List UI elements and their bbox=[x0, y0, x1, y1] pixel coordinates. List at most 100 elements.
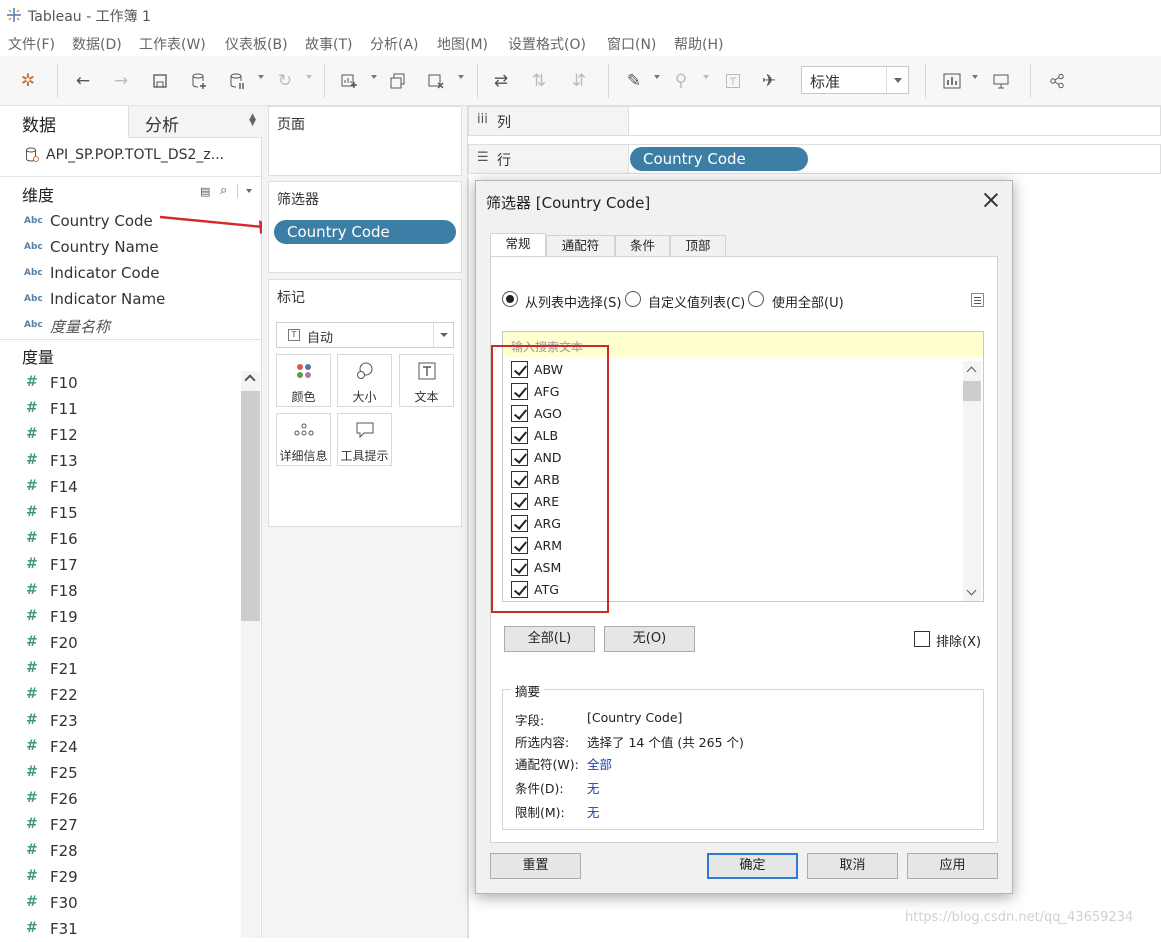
fit-select[interactable]: 标准 bbox=[801, 66, 909, 94]
detail-button[interactable]: 详细信息 bbox=[276, 413, 331, 466]
radio-custom-value-list[interactable] bbox=[625, 291, 641, 307]
menu-dashboard[interactable]: 仪表板(B) bbox=[225, 34, 288, 54]
chevron-up-icon[interactable] bbox=[244, 374, 256, 386]
dimension-field[interactable]: Abc Indicator Code bbox=[0, 260, 240, 286]
tab-condition[interactable]: 条件 bbox=[615, 235, 670, 257]
list-menu-icon[interactable] bbox=[971, 293, 984, 307]
swap-rows-columns-icon[interactable]: ⇄ bbox=[488, 68, 514, 94]
pause-updates-icon[interactable] bbox=[224, 68, 250, 94]
chevron-down-icon[interactable] bbox=[966, 585, 977, 596]
menu-data[interactable]: 数据(D) bbox=[72, 34, 122, 54]
measure-field[interactable]: # F31 bbox=[0, 916, 240, 942]
chevron-down-icon[interactable] bbox=[246, 189, 252, 193]
scrollbar-thumb[interactable] bbox=[963, 381, 981, 401]
columns-shelf[interactable]: iii 列 bbox=[468, 106, 1161, 136]
menu-worksheet[interactable]: 工作表(W) bbox=[139, 34, 206, 54]
tab-general[interactable]: 常规 bbox=[490, 233, 546, 258]
measure-field[interactable]: # F23 bbox=[0, 708, 240, 734]
menu-window[interactable]: 窗口(N) bbox=[607, 34, 656, 54]
tab-analysis[interactable]: 分析 ▲ ▼ bbox=[128, 106, 262, 138]
measure-field[interactable]: # F19 bbox=[0, 604, 240, 630]
menu-help[interactable]: 帮助(H) bbox=[674, 34, 723, 54]
share-icon[interactable] bbox=[1044, 68, 1070, 94]
reset-button[interactable]: 重置 bbox=[490, 853, 581, 879]
rows-shelf[interactable]: ☰ 行 Country Code bbox=[468, 144, 1161, 174]
measure-field[interactable]: # F12 bbox=[0, 422, 240, 448]
list-scrollbar[interactable] bbox=[963, 361, 981, 601]
dropdown-arrow-icon[interactable] bbox=[703, 75, 709, 79]
measure-field[interactable]: # F18 bbox=[0, 578, 240, 604]
tableau-home-icon[interactable]: ✲ bbox=[15, 68, 41, 94]
measure-field[interactable]: # F29 bbox=[0, 864, 240, 890]
new-worksheet-icon[interactable] bbox=[336, 68, 362, 94]
size-button[interactable]: 大小 bbox=[337, 354, 392, 407]
data-pane-scrollbar[interactable] bbox=[241, 371, 260, 938]
measure-field[interactable]: # F10 bbox=[0, 370, 240, 396]
save-icon[interactable] bbox=[147, 68, 173, 94]
dropdown-arrow-icon[interactable] bbox=[306, 75, 312, 79]
measure-field[interactable]: # F27 bbox=[0, 812, 240, 838]
measure-field[interactable]: # F13 bbox=[0, 448, 240, 474]
color-button[interactable]: 颜色 bbox=[276, 354, 331, 407]
summary-limit-link[interactable]: 无 bbox=[587, 802, 600, 821]
filters-card[interactable]: 筛选器 Country Code bbox=[268, 181, 462, 273]
menu-format[interactable]: 设置格式(O) bbox=[508, 34, 586, 54]
summary-condition-link[interactable]: 无 bbox=[587, 778, 600, 797]
mark-type-select[interactable]: T 自动 bbox=[276, 322, 454, 348]
text-button[interactable]: 文本 bbox=[399, 354, 454, 407]
measure-field[interactable]: # F15 bbox=[0, 500, 240, 526]
exclude-checkbox[interactable] bbox=[914, 631, 930, 647]
measure-field[interactable]: # F24 bbox=[0, 734, 240, 760]
dropdown-arrow-icon[interactable] bbox=[654, 75, 660, 79]
close-icon[interactable] bbox=[982, 191, 1000, 209]
radio-select-from-list[interactable] bbox=[502, 291, 518, 307]
measure-field[interactable]: # F14 bbox=[0, 474, 240, 500]
measure-field[interactable]: # F26 bbox=[0, 786, 240, 812]
highlight-icon[interactable]: ✎ bbox=[621, 68, 647, 94]
view-list-icon[interactable]: ▤ bbox=[200, 185, 210, 198]
undo-icon[interactable]: ← bbox=[70, 68, 96, 94]
redo-icon[interactable]: → bbox=[108, 68, 134, 94]
presentation-mode-icon[interactable] bbox=[988, 68, 1014, 94]
tab-top[interactable]: 顶部 bbox=[670, 235, 726, 257]
measure-field[interactable]: # F30 bbox=[0, 890, 240, 916]
select-none-button[interactable]: 无(O) bbox=[604, 626, 695, 652]
select-all-button[interactable]: 全部(L) bbox=[504, 626, 595, 652]
pages-card[interactable]: 页面 bbox=[268, 106, 462, 176]
tooltip-button[interactable]: 工具提示 bbox=[337, 413, 392, 466]
measure-field[interactable]: # F21 bbox=[0, 656, 240, 682]
scrollbar-thumb[interactable] bbox=[241, 391, 260, 621]
sort-ascending-icon[interactable]: ⇅ bbox=[526, 68, 552, 94]
tab-data[interactable]: 数据 bbox=[0, 106, 128, 138]
apply-button[interactable]: 应用 bbox=[907, 853, 998, 879]
measure-field[interactable]: # F28 bbox=[0, 838, 240, 864]
dropdown-arrow-icon[interactable] bbox=[258, 75, 264, 79]
datasource-name[interactable]: API_SP.POP.TOTL_DS2_z... bbox=[46, 147, 224, 163]
dropdown-arrow-icon[interactable] bbox=[458, 75, 464, 79]
new-datasource-icon[interactable] bbox=[186, 68, 212, 94]
menu-map[interactable]: 地图(M) bbox=[437, 34, 488, 54]
measure-field[interactable]: # F11 bbox=[0, 396, 240, 422]
dimension-field[interactable]: Abc 度量名称 bbox=[0, 312, 240, 338]
ok-button[interactable]: 确定 bbox=[707, 853, 798, 879]
group-members-icon[interactable]: ⚲ bbox=[668, 68, 694, 94]
cancel-button[interactable]: 取消 bbox=[807, 853, 898, 879]
duplicate-sheet-icon[interactable] bbox=[385, 68, 411, 94]
dimension-field[interactable]: Abc Indicator Name bbox=[0, 286, 240, 312]
dropdown-arrow-icon[interactable] bbox=[972, 75, 978, 79]
menu-file[interactable]: 文件(F) bbox=[8, 34, 55, 54]
measure-field[interactable]: # F20 bbox=[0, 630, 240, 656]
menu-story[interactable]: 故事(T) bbox=[305, 34, 352, 54]
chevron-up-icon[interactable] bbox=[966, 366, 977, 377]
chevron-down-icon[interactable] bbox=[886, 67, 908, 93]
filter-pill-country-code[interactable]: Country Code bbox=[274, 220, 456, 244]
refresh-icon[interactable]: ↻ bbox=[272, 68, 298, 94]
show-mark-labels-icon[interactable] bbox=[720, 68, 746, 94]
radio-use-all[interactable] bbox=[748, 291, 764, 307]
measure-field[interactable]: # F17 bbox=[0, 552, 240, 578]
search-icon[interactable]: ⌕ bbox=[220, 183, 227, 198]
measure-field[interactable]: # F25 bbox=[0, 760, 240, 786]
clear-sheet-icon[interactable] bbox=[423, 68, 449, 94]
menu-analysis[interactable]: 分析(A) bbox=[370, 34, 419, 54]
fix-axes-icon[interactable]: ✈ bbox=[756, 68, 782, 94]
